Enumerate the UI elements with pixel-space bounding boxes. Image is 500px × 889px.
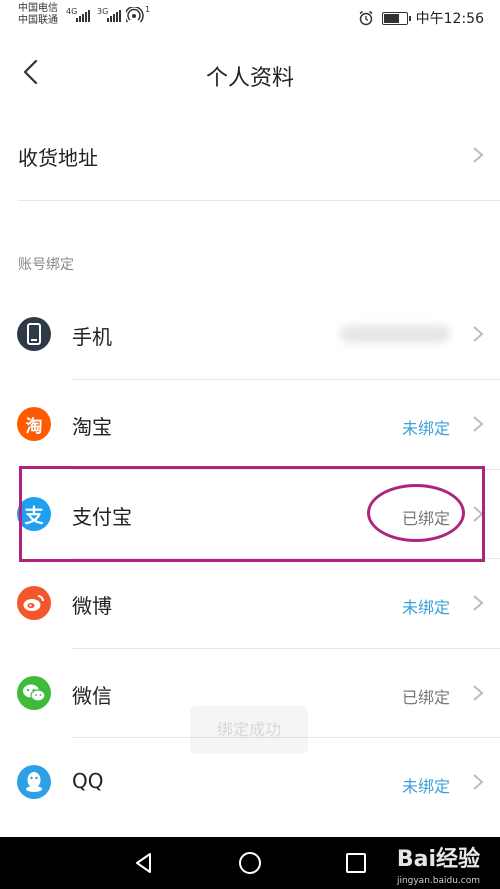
account-row-taobao[interactable]: 淘 淘宝 未绑定 (0, 379, 500, 469)
wifi-hotspot-icon (126, 7, 144, 23)
binding-status: 未绑定 (401, 419, 450, 438)
annotation-highlight-oval (367, 484, 465, 542)
watermark-logo: Bai经验 (396, 847, 480, 872)
chevron-right-icon (473, 595, 484, 611)
weibo-icon (17, 586, 51, 620)
nav-home-icon[interactable] (238, 851, 262, 875)
phone-icon (17, 317, 51, 351)
binding-status: 未绑定 (401, 777, 450, 796)
chevron-right-icon (473, 326, 484, 342)
account-name: QQ (72, 769, 104, 793)
clock: 中午12:56 (415, 11, 484, 27)
account-name: 手机 (72, 325, 112, 349)
signal-icon (107, 10, 121, 22)
header: 个人资料 (0, 34, 500, 114)
system-nav-bar: Bai经验 jingyan.baidu.com (0, 837, 500, 889)
address-label: 收货地址 (18, 146, 98, 170)
account-row-phone[interactable]: 手机 (0, 289, 500, 379)
chevron-right-icon (473, 774, 484, 790)
chevron-right-icon (473, 416, 484, 432)
address-row[interactable]: 收货地址 (0, 114, 500, 200)
section-label: 账号绑定 (18, 257, 74, 273)
nav-back-icon[interactable] (132, 851, 156, 875)
page-title: 个人资料 (205, 66, 294, 91)
account-name: 淘宝 (72, 415, 112, 439)
carrier-labels: 中国电信 中国联通 (18, 3, 58, 27)
nav-recent-apps-icon[interactable] (344, 851, 368, 875)
status-right: 中午12:56 (358, 8, 484, 28)
wechat-icon (17, 676, 51, 710)
watermark-url: jingyan.baidu.com (396, 876, 480, 886)
carrier-1: 中国电信 (18, 3, 58, 14)
toast-message: 绑定成功 (190, 706, 308, 754)
qq-icon (17, 765, 51, 799)
hotspot-count: 1 (145, 5, 151, 14)
account-name: 微信 (72, 684, 112, 708)
account-name: 微博 (72, 594, 112, 618)
signal-icon (76, 10, 90, 22)
carrier-2: 中国联通 (18, 15, 58, 26)
chevron-right-icon (473, 147, 484, 163)
divider (18, 200, 500, 201)
account-row-weibo[interactable]: 微博 未绑定 (0, 558, 500, 648)
masked-phone-number (340, 325, 450, 343)
binding-status: 未绑定 (401, 598, 450, 617)
binding-status: 已绑定 (401, 688, 450, 707)
taobao-icon: 淘 (17, 407, 51, 441)
status-bar: 中国电信 中国联通 4G 3G 1 中午12:56 (0, 0, 500, 34)
chevron-right-icon (473, 685, 484, 701)
alarm-icon (359, 10, 373, 26)
battery-icon (381, 11, 411, 25)
